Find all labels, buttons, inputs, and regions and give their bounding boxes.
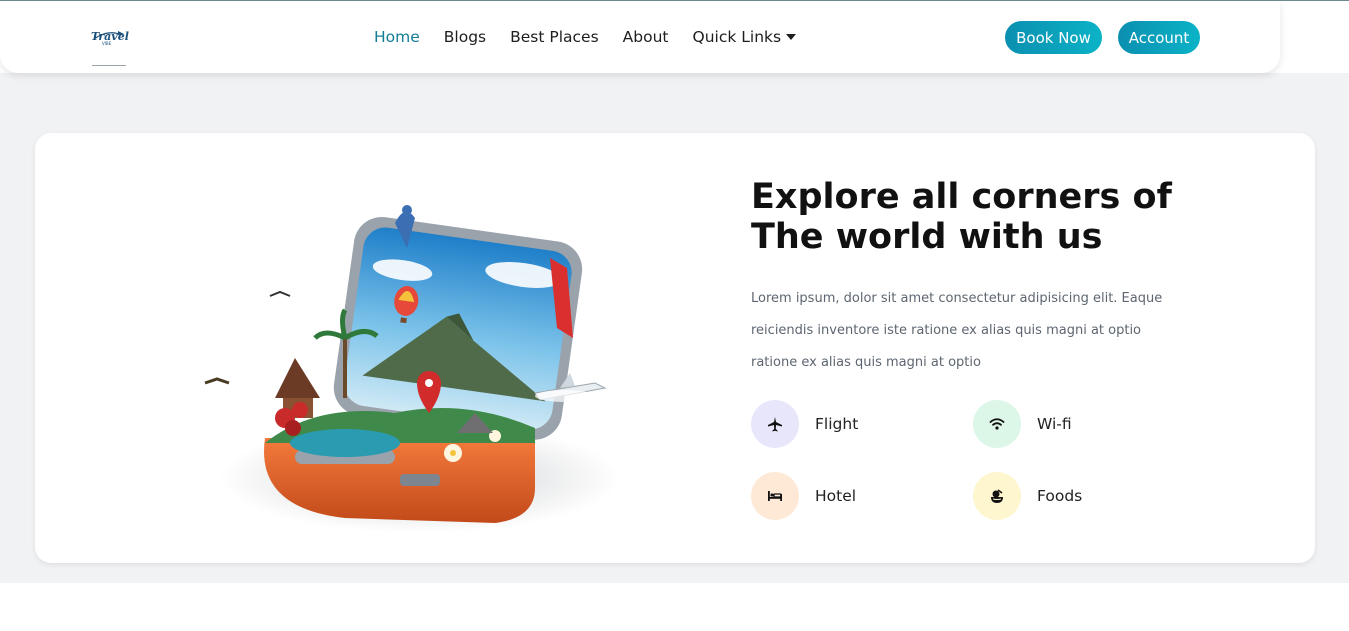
svg-text:VIBE: VIBE bbox=[102, 41, 112, 46]
hero-card: Explore all corners of The world with us… bbox=[35, 133, 1315, 563]
feature-hotel: Hotel bbox=[751, 472, 856, 520]
bed-icon bbox=[768, 491, 782, 501]
feature-flight-badge bbox=[751, 400, 799, 448]
nav-about[interactable]: About bbox=[623, 28, 669, 46]
feature-hotel-label: Hotel bbox=[815, 487, 857, 505]
account-button[interactable]: Account bbox=[1118, 21, 1200, 54]
feature-foods-label: Foods bbox=[1037, 487, 1083, 505]
hero-description-line-3: ratione ex alias quis magni at optio bbox=[751, 355, 981, 370]
hero-title: Explore all corners of The world with us bbox=[751, 177, 1172, 257]
feature-hotel-badge bbox=[751, 472, 799, 520]
nav-quick-links-label: Quick Links bbox=[692, 28, 782, 46]
nav-home[interactable]: Home bbox=[374, 28, 420, 46]
travel-logo-icon: Travel VIBE bbox=[91, 30, 129, 66]
main-nav: Home Blogs Best Places About Quick Links bbox=[374, 28, 797, 46]
wifi-icon bbox=[989, 418, 1005, 430]
feature-wifi-label: Wi-fi bbox=[1037, 415, 1072, 433]
hero-title-line-2: The world with us bbox=[751, 217, 1103, 257]
navbar: Travel VIBE Home Blogs Best Places About… bbox=[0, 1, 1280, 73]
feature-wifi: Wi-fi bbox=[973, 400, 1072, 448]
suitcase-illustration bbox=[195, 188, 635, 533]
food-icon bbox=[991, 489, 1003, 503]
plane-icon bbox=[768, 417, 782, 432]
logo[interactable]: Travel VIBE bbox=[88, 25, 132, 71]
hero-description-line-2: reiciendis inventore iste ratione ex ali… bbox=[751, 323, 1142, 338]
feature-foods: Foods bbox=[973, 472, 1082, 520]
nav-blogs[interactable]: Blogs bbox=[444, 28, 486, 46]
nav-best-places[interactable]: Best Places bbox=[510, 28, 599, 46]
hero-description-line-1: Lorem ipsum, dolor sit amet consectetur … bbox=[751, 291, 1163, 306]
caret-down-icon bbox=[786, 34, 797, 40]
feature-wifi-badge bbox=[973, 400, 1021, 448]
book-now-button[interactable]: Book Now bbox=[1005, 21, 1102, 54]
hero-title-line-1: Explore all corners of bbox=[751, 177, 1172, 217]
feature-foods-badge bbox=[973, 472, 1021, 520]
feature-flight-label: Flight bbox=[815, 415, 859, 433]
nav-quick-links[interactable]: Quick Links bbox=[693, 28, 797, 46]
feature-flight: Flight bbox=[751, 400, 858, 448]
hero-description: Lorem ipsum, dolor sit amet consectetur … bbox=[751, 283, 1181, 379]
